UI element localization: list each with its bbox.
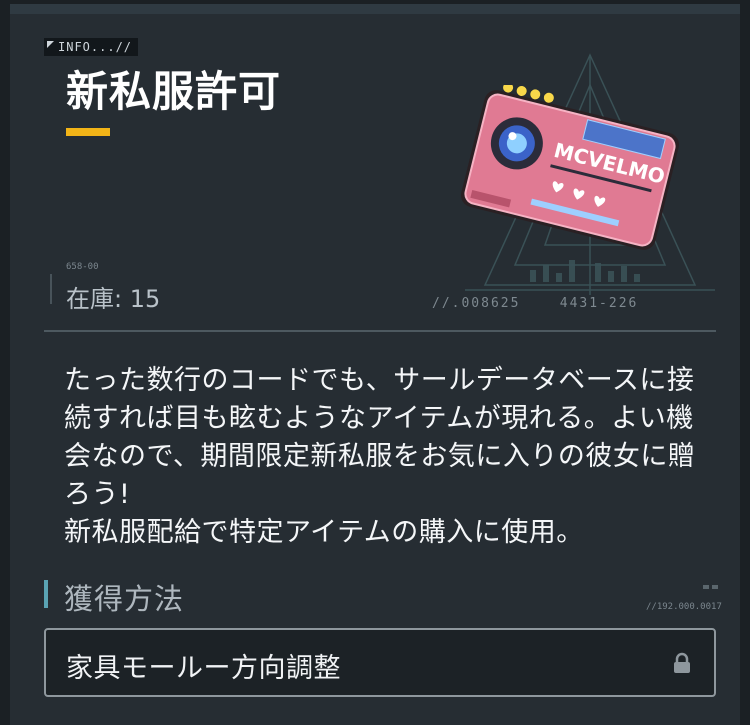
stock-code: 658-00 [66, 262, 99, 272]
acquisition-source-label: 家具モールー方向調整 [66, 653, 341, 684]
section-divider [44, 330, 716, 332]
stock-count: 在庫: 15 [66, 285, 161, 313]
info-tag-label: INFO...// [58, 40, 133, 54]
corner-mark-icon [47, 41, 54, 48]
dots-decoration [700, 574, 718, 593]
outfit-permit-card-image: MCVELMO [461, 85, 679, 250]
stock-line [50, 274, 52, 304]
title-accent-bar [66, 128, 110, 136]
acquisition-code: //192.000.0017 [646, 602, 722, 612]
acquisition-source-button[interactable]: 家具モールー方向調整 [44, 628, 716, 697]
info-tag: INFO...// [44, 38, 139, 56]
item-description: たった数行のコードでも、サールデータベースに接続すれば目も眩むようなアイテムが現… [64, 365, 696, 548]
section-marker [44, 580, 48, 608]
item-title: 新私服許可 [66, 67, 282, 116]
panel-top-edge [10, 4, 740, 14]
acquisition-title: 獲得方法 [64, 582, 185, 616]
serial-number: //.008625 4431-226 [432, 296, 639, 311]
lock-icon [674, 652, 690, 673]
